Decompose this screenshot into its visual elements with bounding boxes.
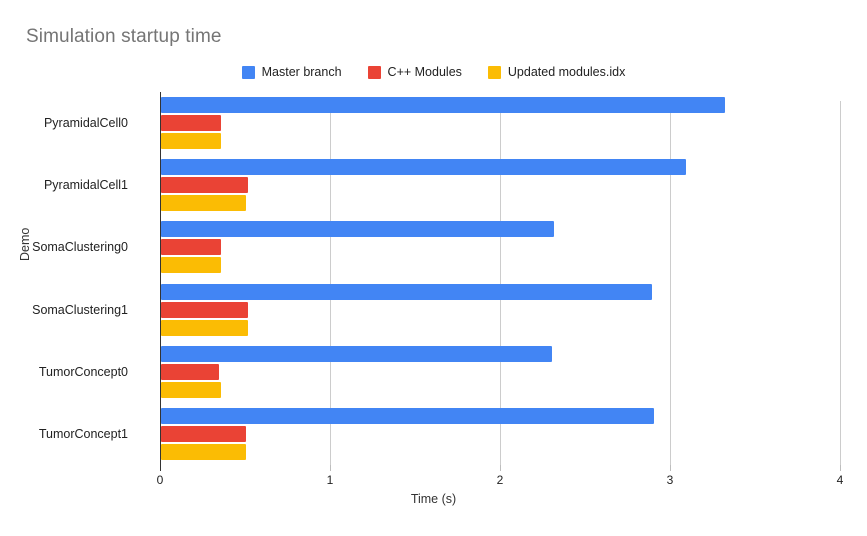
plot-area: 0 1 2 3 4 PyramidalCell0 PyramidalCell1 SomaClu…	[32, 92, 843, 487]
bar[interactable]	[161, 345, 552, 362]
x-axis-title: Time (s)	[410, 492, 457, 506]
bar[interactable]	[161, 443, 246, 460]
bar[interactable]	[161, 133, 221, 150]
chart-container: Simulation startup time Master branch C++…	[0, 0, 867, 536]
legend-label: Master branch	[261, 65, 342, 79]
bar[interactable]	[161, 239, 221, 256]
bar[interactable]	[161, 159, 687, 176]
x-tick-label: 4	[836, 473, 844, 487]
chart-title: Simulation startup time	[26, 26, 222, 47]
y-category-label: PyramidalCell0	[43, 116, 128, 131]
legend-swatch-icon	[487, 65, 501, 79]
bar[interactable]	[161, 221, 554, 238]
bar[interactable]	[161, 381, 221, 398]
x-tick-mark	[670, 465, 671, 471]
bar[interactable]	[161, 319, 248, 336]
x-tick-label: 0	[156, 473, 164, 487]
chart-legend: Master branch C++ Modules Updated modules.…	[0, 65, 867, 79]
bar[interactable]	[161, 115, 221, 132]
x-gridline	[670, 101, 671, 465]
legend-item[interactable]: Updated modules.idx	[487, 65, 626, 79]
bar[interactable]	[161, 195, 246, 212]
y-category-label: SomaClustering1	[32, 302, 128, 317]
y-category-label: PyramidalCell1	[43, 178, 128, 193]
x-tick-label: 3	[666, 473, 674, 487]
x-tick-mark	[840, 465, 841, 471]
bar[interactable]	[161, 177, 248, 194]
bar[interactable]	[161, 97, 726, 114]
x-gridline	[840, 101, 841, 465]
legend-swatch-icon	[241, 65, 255, 79]
y-category-label: TumorConcept0	[38, 364, 128, 379]
x-tick-label: 2	[496, 473, 504, 487]
bar[interactable]	[161, 283, 653, 300]
x-tick-mark	[500, 465, 501, 471]
y-category-label: SomaClustering0	[32, 240, 128, 255]
bar[interactable]	[161, 363, 219, 380]
legend-item[interactable]: Master branch	[241, 65, 342, 79]
legend-item[interactable]: C++ Modules	[367, 65, 462, 79]
x-tick-mark	[160, 465, 161, 471]
legend-label: Updated modules.idx	[507, 65, 626, 79]
y-category-label: TumorConcept1	[38, 426, 128, 441]
x-tick-mark	[330, 465, 331, 471]
bar[interactable]	[161, 425, 246, 442]
y-axis-title: Demo	[18, 227, 32, 261]
legend-swatch-icon	[367, 65, 381, 79]
bar[interactable]	[161, 407, 654, 424]
bar[interactable]	[161, 257, 221, 274]
x-tick-label: 1	[326, 473, 334, 487]
bar[interactable]	[161, 301, 248, 318]
legend-label: C++ Modules	[387, 65, 462, 79]
